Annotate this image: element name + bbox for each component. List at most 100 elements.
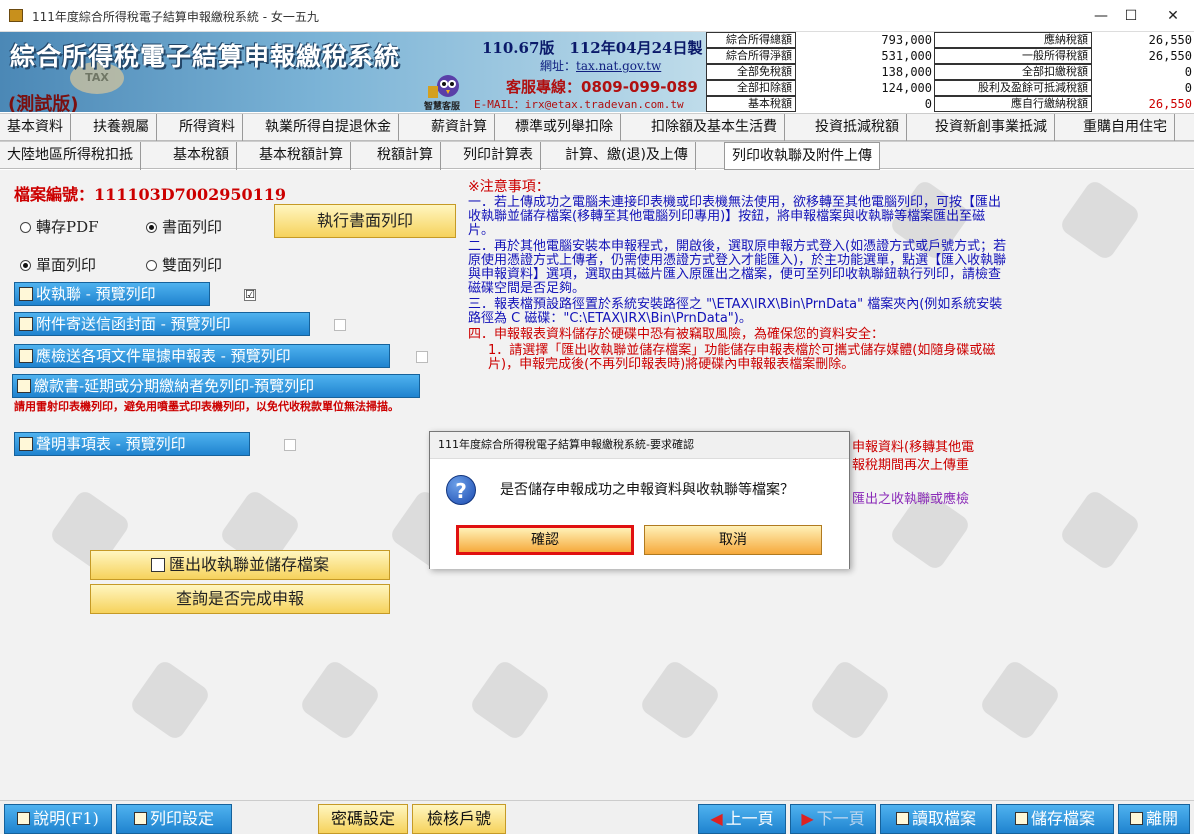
documents-checkbox[interactable] <box>416 351 428 363</box>
menu-salary-calc[interactable]: 薪資計算 <box>424 114 495 142</box>
radio-double-side[interactable]: 雙面列印 <box>146 254 222 275</box>
receipt-checkbox[interactable]: ☑ <box>244 289 256 301</box>
website-line: 網址：tax.nat.gov.tw <box>540 57 661 74</box>
file-number: 檔案編號：111103D7002950119 <box>14 185 287 204</box>
prev-page-button[interactable]: ◀ 上一頁 <box>698 804 786 834</box>
note-4-2-tail2: 報稅期間再次上傳重 <box>852 458 970 473</box>
button-label: 下一頁 <box>816 809 865 828</box>
verify-household-button[interactable]: 檢核戶號 <box>412 804 506 834</box>
execute-print-button[interactable]: 執行書面列印 <box>274 204 456 238</box>
bottom-toolbar: 說明(F1) 列印設定 密碼設定 檢核戶號 ◀ 上一頁 ▶ 下一頁 讀取檔案 儲存檔… <box>0 800 1194 834</box>
radio-label: 雙面列印 <box>162 256 223 274</box>
note-3: 三．報表檔預設路徑置於系統安裝路徑之 "\ETAX\IRX\Bin\PrnDat… <box>468 297 1003 326</box>
notes-title: ※注意事項： <box>468 179 550 195</box>
close-button[interactable]: ✕ <box>1150 0 1194 32</box>
printer-icon <box>19 349 33 363</box>
summary-value: 124,000 <box>881 81 932 95</box>
documents-preview-button[interactable]: 應檢送各項文件單據申報表 - 預覽列印 <box>14 344 390 368</box>
radio-single-side[interactable]: 單面列印 <box>20 254 96 275</box>
help-icon <box>17 812 31 825</box>
note-5-tail: 匯出之收執聯或應檢 <box>852 492 970 507</box>
app-name: 綜合所得稅電子結算申報繳稅系統 <box>10 42 401 71</box>
printer-icon <box>19 437 33 451</box>
export-receipt-button[interactable]: 匯出收執聯並儲存檔案 <box>90 550 390 580</box>
dialog-body: ? 是否儲存申報成功之申報資料與收執聯等檔案？ 確認 取消 <box>430 458 849 569</box>
button-label: 聲明事項表 - 預覽列印 <box>36 435 186 453</box>
summary-value: 0 <box>924 97 932 111</box>
radio-label: 轉存PDF <box>36 218 99 236</box>
menu-pay-upload[interactable]: 計算、繳(退)及上傳 <box>558 142 696 170</box>
menu-print-calc[interactable]: 列印計算表 <box>456 142 541 170</box>
question-icon: ? <box>446 475 476 505</box>
watermark <box>638 658 722 742</box>
menu-print-receipt[interactable]: 列印收執聯及附件上傳 <box>724 142 880 170</box>
statement-checkbox[interactable] <box>284 439 296 451</box>
menu-basic-data[interactable]: 基本資料 <box>0 114 71 142</box>
main-menu-row-2: 大陸地區所得稅扣抵 基本稅額 基本稅額計算 稅額計算 列印計算表 計算、繳(退)… <box>0 141 1194 170</box>
help-button[interactable]: 說明(F1) <box>4 804 112 834</box>
menu-mainland-credit[interactable]: 大陸地區所得稅扣抵 <box>0 142 141 170</box>
app-icon <box>9 9 23 22</box>
button-label: 說明(F1) <box>33 809 99 828</box>
printer-icon <box>133 812 147 825</box>
notes-panel: ※注意事項： 一．若上傳成功之電腦未連接印表機或印表機無法使用，欲移轉至其他電腦… <box>468 180 1008 372</box>
website-link[interactable]: tax.nat.gov.tw <box>576 59 661 73</box>
summary-label: 全部免稅額 <box>706 64 796 80</box>
statement-preview-button[interactable]: 聲明事項表 - 預覽列印 <box>14 432 250 456</box>
menu-basic-tax-calc[interactable]: 基本稅額計算 <box>252 142 351 170</box>
radio-paper-print[interactable]: 書面列印 <box>146 216 222 237</box>
payslip-preview-button[interactable]: 繳款書-延期或分期繳納者免列印-預覽列印 <box>12 374 420 398</box>
summary-value: 138,000 <box>881 65 932 79</box>
summary-label: 全部扣繳稅額 <box>934 64 1092 80</box>
password-setup-button[interactable]: 密碼設定 <box>318 804 408 834</box>
title-bar: 111年度綜合所得稅電子結算申報繳稅系統 - 女一五九 — ☐ ✕ <box>0 0 1194 32</box>
summary-value: 531,000 <box>881 49 932 63</box>
menu-deductions[interactable]: 標準或列舉扣除 <box>508 114 621 142</box>
menu-dependents[interactable]: 扶養親屬 <box>86 114 157 142</box>
menu-basic-living[interactable]: 扣除額及基本生活費 <box>644 114 785 142</box>
hotline: 客服專線：0809-099-089 <box>506 78 698 96</box>
print-setup-button[interactable]: 列印設定 <box>116 804 232 834</box>
menu-startup-credit[interactable]: 投資新創事業抵減 <box>928 114 1055 142</box>
watermark <box>1058 178 1142 262</box>
save-file-button[interactable]: 儲存檔案 <box>996 804 1114 834</box>
cancel-button[interactable]: 取消 <box>644 525 822 555</box>
mascot-caption: 智慧客服 <box>424 102 461 112</box>
printer-icon <box>19 317 33 331</box>
note-4-1: 1．請選擇「匯出收執聯並儲存檔案」功能儲存申報表檔於可攜式儲存媒體(如隨身碟或磁… <box>488 343 996 372</box>
envelope-preview-button[interactable]: 附件寄送信函封面 - 預覽列印 <box>14 312 310 336</box>
button-label: 應檢送各項文件單據申報表 - 預覽列印 <box>36 347 291 365</box>
summary-label: 應自行繳納稅額 <box>934 96 1092 112</box>
summary-value: 0 <box>1184 81 1192 95</box>
button-label: 讀取檔案 <box>911 809 976 828</box>
button-label: 匯出收執聯並儲存檔案 <box>168 555 329 574</box>
menu-pension[interactable]: 執業所得自提退休金 <box>258 114 399 142</box>
dialog-title: 111年度綜合所得稅電子結算申報繳稅系統-要求確認 <box>438 438 694 451</box>
watermark <box>808 658 892 742</box>
email: E-MAIL：irx@etax.tradevan.com.tw <box>474 98 684 111</box>
confirm-button[interactable]: 確認 <box>456 525 634 555</box>
header-banner: TAX 綜合所得稅電子結算申報繳稅系統 (測試版) 智慧客服 110.67版 1… <box>0 32 706 112</box>
envelope-checkbox[interactable] <box>334 319 346 331</box>
menu-home-repurchase[interactable]: 重購自用住宅 <box>1076 114 1175 142</box>
receipt-preview-button[interactable]: 收執聯 - 預覽列印 <box>14 282 210 306</box>
menu-investment-credit[interactable]: 投資抵減稅額 <box>808 114 907 142</box>
menu-income-data[interactable]: 所得資料 <box>172 114 243 142</box>
open-file-button[interactable]: 讀取檔案 <box>880 804 992 834</box>
button-label: 離開 <box>1145 809 1178 828</box>
exit-button[interactable]: 離開 <box>1118 804 1190 834</box>
summary-left: 綜合所得總額 793,000 綜合所得淨額 531,000 全部免稅額 138,000… <box>706 32 934 112</box>
menu-tax-calc[interactable]: 稅額計算 <box>370 142 441 170</box>
radio-save-pdf[interactable]: 轉存PDF <box>20 216 99 237</box>
main-menu-row-1: 基本資料 扶養親屬 所得資料 執業所得自提退休金 薪資計算 標準或列舉扣除 扣除… <box>0 113 1194 142</box>
exit-icon <box>1129 812 1143 825</box>
summary-label: 一般所得稅額 <box>934 48 1092 64</box>
printer-icon <box>19 287 33 301</box>
summary-label: 基本稅額 <box>706 96 796 112</box>
arrow-right-icon: ▶ <box>801 809 814 828</box>
maximize-button[interactable]: ☐ <box>1108 0 1154 32</box>
query-completion-button[interactable]: 查詢是否完成申報 <box>90 584 390 614</box>
menu-basic-tax[interactable]: 基本稅額 <box>166 142 237 170</box>
confirm-dialog: 111年度綜合所得稅電子結算申報繳稅系統-要求確認 ? 是否儲存申報成功之申報資… <box>429 431 850 569</box>
next-page-button[interactable]: ▶ 下一頁 <box>790 804 876 834</box>
